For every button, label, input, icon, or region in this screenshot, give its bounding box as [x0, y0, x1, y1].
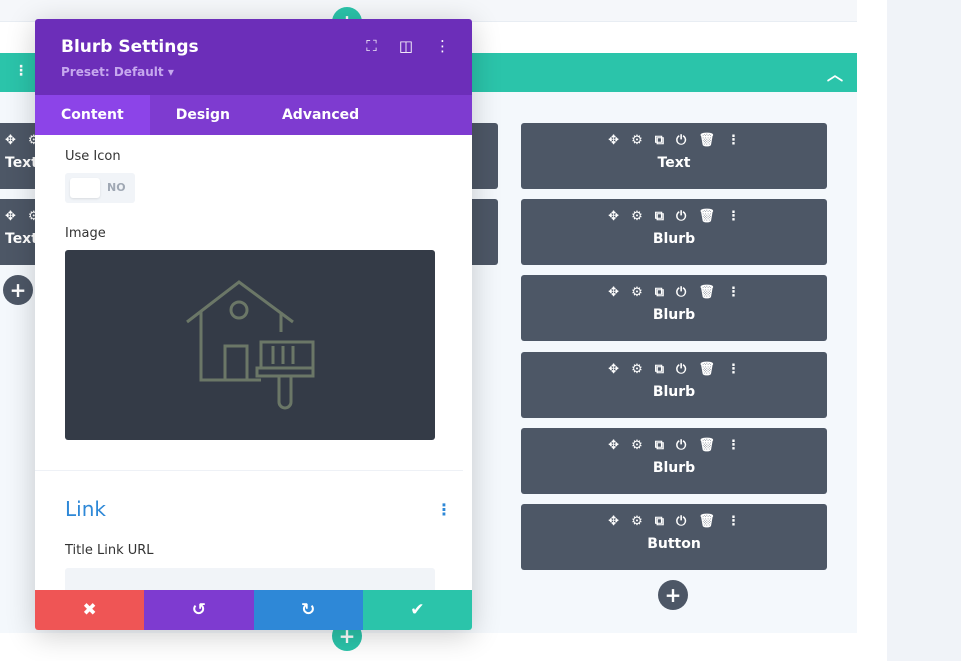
more-icon[interactable]: ⋮	[727, 362, 740, 384]
module-toolbar: ✥ ⚙ ⧉ ⏻ 🗑 ⋮	[521, 352, 827, 384]
section-more-icon[interactable]: ⋮	[436, 500, 452, 519]
tab-content[interactable]: Content	[35, 95, 150, 135]
cancel-button[interactable]: ✖	[35, 590, 145, 630]
trash-icon[interactable]: 🗑	[698, 438, 715, 460]
move-icon[interactable]: ✥	[608, 285, 619, 307]
blurb-settings-modal: Blurb Settings Preset: Default ▾ ⛶ ◫ ⋮ C…	[35, 19, 472, 630]
redo-button[interactable]: ↻	[253, 590, 363, 630]
power-icon[interactable]: ⏻	[676, 362, 686, 384]
fullscreen-icon[interactable]: ⛶	[366, 37, 377, 55]
more-icon[interactable]: ⋮	[727, 514, 740, 536]
module-toolbar: ✥ ⚙ ⧉ ⏻ 🗑 ⋮	[521, 123, 827, 155]
module-label: Blurb	[652, 384, 696, 400]
module-blurb[interactable]: ✥ ⚙ ⧉ ⏻ 🗑 ⋮ Blurb	[521, 199, 827, 265]
module-label: Blurb	[652, 307, 696, 323]
module-blurb[interactable]: ✥ ⚙ ⧉ ⏻ 🗑 ⋮ Blurb	[521, 275, 827, 341]
settings-icon[interactable]: ⚙	[631, 133, 643, 155]
move-icon[interactable]: ✥	[608, 362, 619, 384]
duplicate-icon[interactable]: ⧉	[655, 209, 664, 231]
use-icon-label: Use Icon	[65, 149, 121, 164]
duplicate-icon[interactable]: ⧉	[655, 362, 664, 384]
more-icon[interactable]: ⋮	[727, 285, 740, 307]
settings-icon[interactable]: ⚙	[631, 209, 643, 231]
module-label: Button	[647, 536, 701, 552]
move-icon[interactable]: ✥	[608, 209, 619, 231]
link-section-title[interactable]: Link	[65, 497, 106, 521]
module-toolbar: ✥ ⚙ ⧉ ⏻ 🗑 ⋮	[521, 504, 827, 536]
move-icon[interactable]: ✥	[5, 209, 16, 231]
preset-dropdown[interactable]: Preset: Default ▾	[61, 65, 174, 79]
add-module-button[interactable]: +	[658, 580, 688, 610]
duplicate-icon[interactable]: ⧉	[655, 514, 664, 536]
module-toolbar: ✥ ⚙ ⧉ ⏻ 🗑 ⋮	[521, 199, 827, 231]
right-panel	[887, 0, 961, 661]
trash-icon[interactable]: 🗑	[698, 362, 715, 384]
modal-body: Use Icon NO Image Link ⋮ Title Link URL	[35, 135, 472, 590]
settings-icon[interactable]: ⚙	[631, 514, 643, 536]
power-icon[interactable]: ⏻	[676, 133, 686, 155]
image-upload[interactable]	[65, 250, 435, 440]
module-label: Text	[657, 155, 691, 171]
move-icon[interactable]: ✥	[608, 438, 619, 460]
toggle-knob	[70, 178, 100, 198]
trash-icon[interactable]: 🗑	[698, 285, 715, 307]
undo-button[interactable]: ↺	[144, 590, 254, 630]
power-icon[interactable]: ⏻	[676, 514, 686, 536]
title-link-url-input[interactable]	[65, 568, 435, 590]
module-blurb[interactable]: ✥ ⚙ ⧉ ⏻ 🗑 ⋮ Blurb	[521, 428, 827, 494]
power-icon[interactable]: ⏻	[676, 285, 686, 307]
module-label: Blurb	[652, 460, 696, 476]
duplicate-icon[interactable]: ⧉	[655, 133, 664, 155]
move-icon[interactable]: ✥	[5, 133, 16, 155]
module-toolbar: ✥ ⚙ ⧉ ⏻ 🗑 ⋮	[521, 428, 827, 460]
image-label: Image	[65, 226, 106, 241]
module-label: Blurb	[652, 231, 696, 247]
row-more-icon[interactable]: ⋮	[14, 63, 28, 79]
module-button[interactable]: ✥ ⚙ ⧉ ⏻ 🗑 ⋮ Button	[521, 504, 827, 570]
duplicate-icon[interactable]: ⧉	[655, 438, 664, 460]
duplicate-icon[interactable]: ⧉	[655, 285, 664, 307]
trash-icon[interactable]: 🗑	[698, 209, 715, 231]
collapse-chevron-icon[interactable]: ︿	[827, 61, 843, 85]
modal-footer: ✖ ↺ ↻ ✔	[35, 590, 472, 630]
trash-icon[interactable]: 🗑	[698, 514, 715, 536]
save-button[interactable]: ✔	[362, 590, 472, 630]
add-module-button[interactable]: +	[3, 275, 33, 305]
move-icon[interactable]: ✥	[608, 514, 619, 536]
more-icon[interactable]: ⋮	[727, 133, 740, 155]
more-icon[interactable]: ⋮	[727, 438, 740, 460]
power-icon[interactable]: ⏻	[676, 438, 686, 460]
tab-design[interactable]: Design	[150, 95, 256, 135]
settings-icon[interactable]: ⚙	[631, 438, 643, 460]
power-icon[interactable]: ⏻	[676, 209, 686, 231]
module-text[interactable]: ✥ ⚙ ⧉ ⏻ 🗑 ⋮ Text	[521, 123, 827, 189]
modal-header[interactable]: Blurb Settings Preset: Default ▾ ⛶ ◫ ⋮	[35, 19, 472, 95]
title-link-url-label: Title Link URL	[65, 543, 154, 558]
split-view-icon[interactable]: ◫	[399, 37, 413, 55]
modal-title: Blurb Settings	[61, 37, 199, 57]
tab-advanced[interactable]: Advanced	[256, 95, 385, 135]
use-icon-toggle[interactable]: NO	[65, 173, 135, 203]
settings-icon[interactable]: ⚙	[631, 285, 643, 307]
divider	[35, 470, 463, 471]
module-toolbar: ✥ ⚙ ⧉ ⏻ 🗑 ⋮	[521, 275, 827, 307]
house-paintbrush-icon	[186, 280, 315, 410]
settings-icon[interactable]: ⚙	[631, 362, 643, 384]
move-icon[interactable]: ✥	[608, 133, 619, 155]
modal-tabs: Content Design Advanced	[35, 95, 472, 135]
more-icon[interactable]: ⋮	[435, 37, 450, 55]
toggle-value: NO	[107, 181, 126, 194]
module-blurb[interactable]: ✥ ⚙ ⧉ ⏻ 🗑 ⋮ Blurb	[521, 352, 827, 418]
more-icon[interactable]: ⋮	[727, 209, 740, 231]
trash-icon[interactable]: 🗑	[698, 133, 715, 155]
